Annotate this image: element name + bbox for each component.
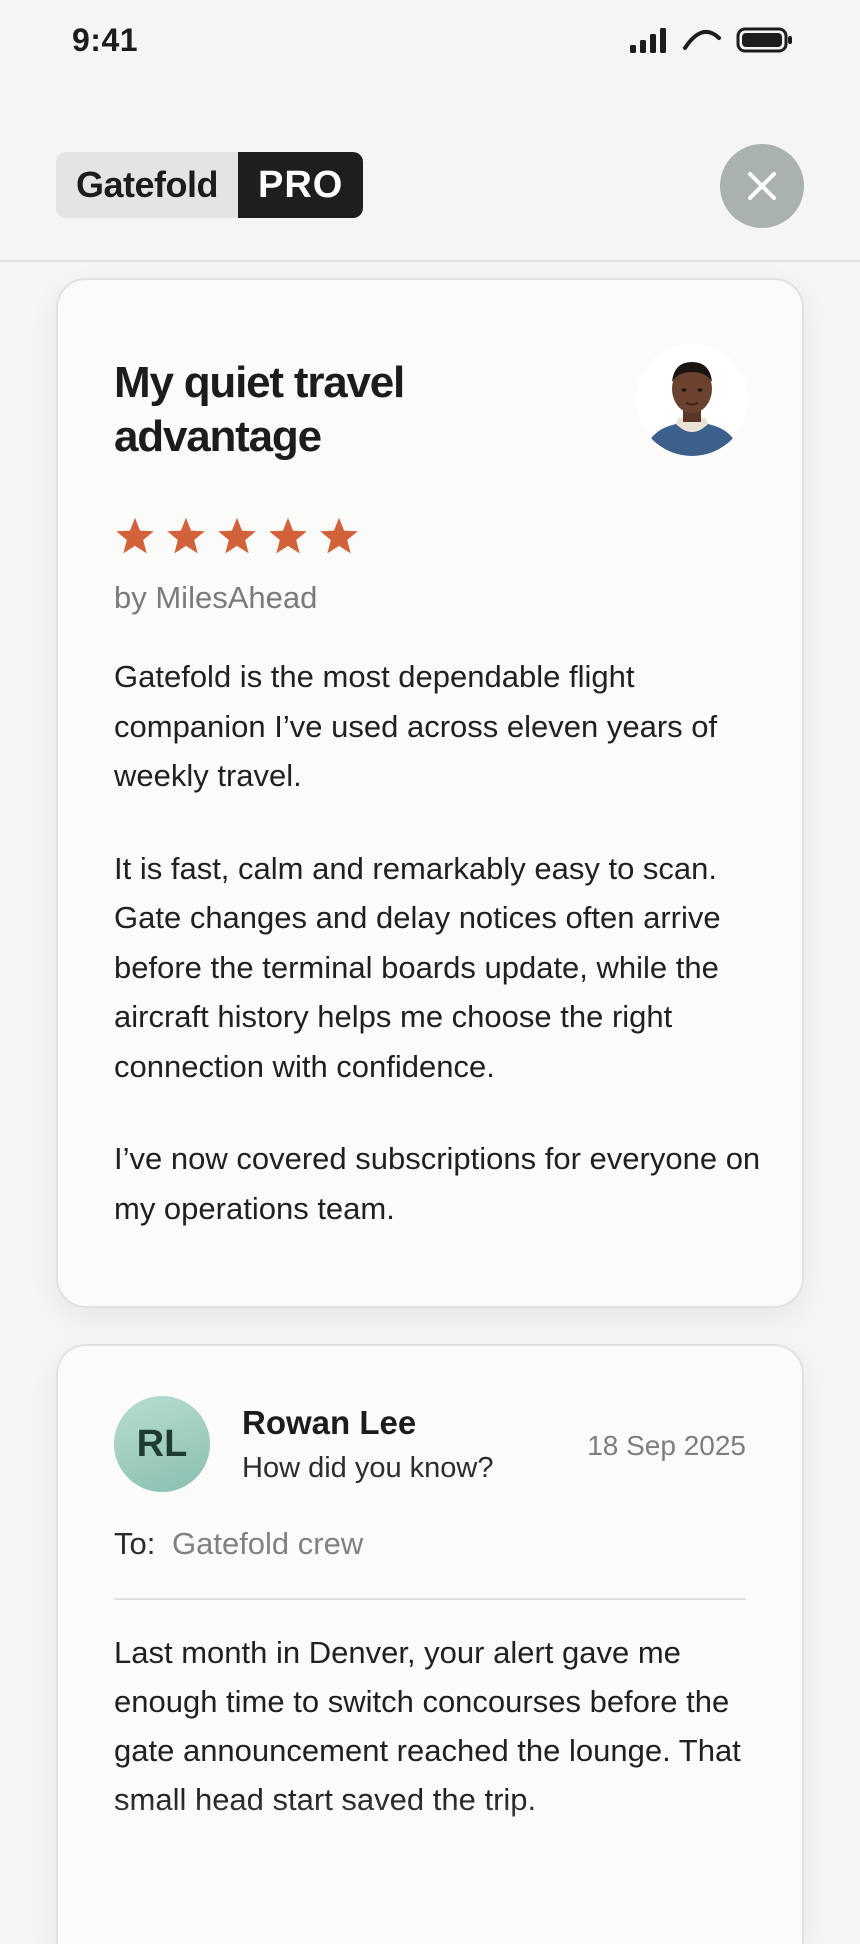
recipient-value: Gatefold crew — [171, 1526, 364, 1561]
star-icon — [320, 517, 358, 554]
message-sender: Rowan Lee — [242, 1404, 417, 1441]
star-icon — [218, 517, 256, 554]
review-author: by MilesAhead — [114, 580, 318, 615]
battery-icon — [736, 27, 792, 53]
status-icons — [630, 26, 794, 54]
review-card: My quiet travel advantage by MilesAhead … — [56, 278, 804, 1308]
recipient-label: To: — [114, 1526, 156, 1561]
message-recipient: To: Gatefold crew — [114, 1526, 363, 1562]
message-card[interactable]: RL Rowan Lee How did you know? 18 Sep 20… — [56, 1344, 804, 1944]
star-icon — [167, 517, 205, 554]
close-icon — [748, 172, 776, 200]
brand-name: Gatefold — [56, 152, 239, 218]
brand-logo: Gatefold PRO — [56, 152, 364, 218]
close-button[interactable] — [720, 144, 804, 228]
sender-avatar: RL — [114, 1396, 210, 1492]
review-paragraph: I’ve now covered subscriptions for every… — [114, 1141, 761, 1226]
review-title: My quiet travel advantage — [114, 358, 405, 461]
header: Gatefold PRO — [0, 118, 860, 262]
status-bar: 9:41 — [0, 0, 860, 84]
star-icon — [116, 517, 154, 554]
signal-icon — [630, 28, 666, 53]
star-rating — [114, 516, 360, 556]
review-paragraph: It is fast, calm and remarkably easy to … — [114, 850, 721, 1084]
review-body: Gatefold is the most dependable flight c… — [114, 652, 764, 1276]
reviewer-avatar — [636, 344, 748, 456]
star-icon — [269, 517, 307, 554]
brand-tier-badge: PRO — [238, 152, 364, 218]
review-paragraph: Gatefold is the most dependable flight c… — [114, 659, 718, 793]
message-date: 18 Sep 2025 — [587, 1430, 746, 1461]
status-time: 9:41 — [72, 22, 139, 58]
fade-overlay — [58, 1794, 802, 1944]
divider — [114, 1598, 746, 1600]
message-subject: How did you know? — [242, 1452, 494, 1484]
wifi-icon — [683, 29, 721, 50]
